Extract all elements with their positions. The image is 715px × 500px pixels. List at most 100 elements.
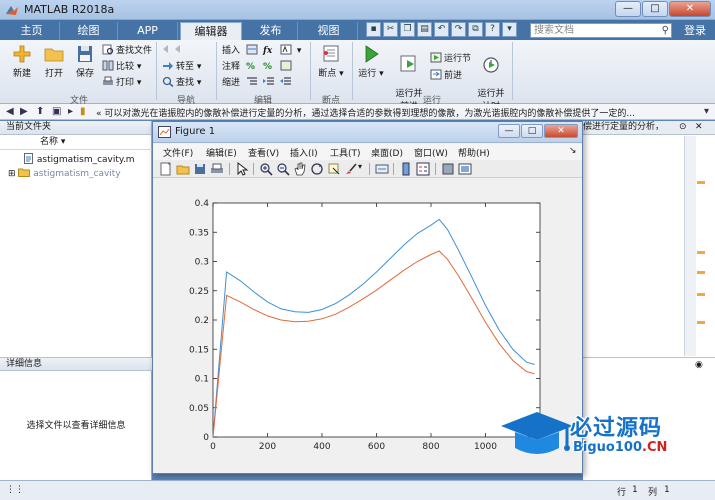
find-files-button[interactable]: 查找文件	[102, 44, 152, 58]
cut-icon[interactable]: ✂	[383, 22, 398, 37]
goto-button[interactable]: 转至 ▾	[162, 60, 201, 74]
forward-arrow-icon[interactable]: ▶	[20, 106, 28, 117]
figure-minimize-button[interactable]: —	[498, 124, 520, 138]
close-button[interactable]: ✕	[669, 1, 711, 17]
comment-percent-button[interactable]: %	[246, 60, 255, 74]
edit-plot-arrow-icon[interactable]	[235, 162, 249, 176]
search-icon[interactable]: ⚲	[662, 24, 669, 37]
run-dropdown-icon[interactable]: ▾	[379, 69, 384, 79]
axes-box[interactable]	[212, 202, 541, 438]
save-icon[interactable]: ▪	[366, 22, 381, 37]
open-file-icon[interactable]	[176, 162, 190, 176]
figure-title-bar[interactable]: Figure 1 — □ ✕	[153, 122, 582, 143]
code-marker[interactable]	[697, 181, 705, 184]
menu-tools[interactable]: 工具(T)	[330, 146, 361, 159]
goto-dropdown-icon[interactable]: ▾	[197, 62, 202, 72]
expand-icon[interactable]: ⊞	[8, 169, 16, 179]
folder-item[interactable]: ⊞ astigmatism_cavity	[8, 167, 121, 179]
editor-scrollbar[interactable]	[684, 136, 696, 356]
help-icon[interactable]: ?	[485, 22, 500, 37]
new-figure-icon[interactable]	[159, 162, 173, 176]
compare-dropdown-icon[interactable]: ▾	[137, 62, 142, 72]
show-plot-tools-icon[interactable]	[458, 162, 472, 176]
insert-section-button[interactable]	[246, 44, 260, 58]
browse-folder-icon[interactable]: ▣	[52, 106, 61, 117]
figure-maximize-button[interactable]: □	[521, 124, 543, 138]
copy-icon[interactable]: ❐	[400, 22, 415, 37]
switch-windows-icon[interactable]: ⧉	[468, 22, 483, 37]
back-arrow-icon[interactable]: ◀	[6, 106, 14, 117]
hide-plot-tools-icon[interactable]	[441, 162, 455, 176]
tab-plots[interactable]: 绘图	[60, 22, 118, 40]
menu-help[interactable]: 帮助(H)	[458, 146, 490, 159]
colorbar-icon[interactable]	[399, 162, 413, 176]
insert-dropdown-icon[interactable]: ▾	[297, 46, 302, 56]
comment-button[interactable]: 注释	[222, 60, 240, 74]
editor-close-icon[interactable]: ✕	[695, 121, 703, 134]
wrap-comments-button[interactable]	[280, 60, 294, 74]
print-figure-icon[interactable]	[210, 162, 224, 176]
undo-icon[interactable]: ↶	[434, 22, 449, 37]
data-cursor-icon[interactable]	[327, 162, 341, 176]
uncomment-button[interactable]: %	[263, 60, 272, 74]
menu-view[interactable]: 查看(V)	[248, 146, 279, 159]
menu-insert[interactable]: 插入(I)	[290, 146, 318, 159]
print-dropdown-icon[interactable]: ▾	[137, 78, 142, 88]
zoom-in-icon[interactable]	[259, 162, 273, 176]
minimize-button[interactable]: —	[615, 1, 641, 17]
menu-desktop[interactable]: 桌面(D)	[371, 146, 403, 159]
tab-view[interactable]: 视图	[300, 22, 358, 40]
code-marker[interactable]	[697, 293, 705, 296]
link-plot-icon[interactable]	[375, 162, 389, 176]
code-marker[interactable]	[697, 251, 705, 254]
code-marker[interactable]	[697, 321, 705, 324]
menu-file[interactable]: 文件(F)	[163, 146, 193, 159]
search-input[interactable]: 搜索文档 ⚲	[530, 23, 672, 38]
run-section-button[interactable]: 运行节	[430, 52, 471, 66]
run-button[interactable]: 运行 ▾	[356, 44, 386, 79]
rotate-3d-icon[interactable]	[310, 162, 324, 176]
advance-button[interactable]: 前进	[430, 69, 462, 83]
indent-button[interactable]: 缩进	[222, 76, 240, 90]
increase-indent-button[interactable]	[263, 76, 277, 90]
insert-button[interactable]: 插入	[222, 44, 240, 58]
compare-button[interactable]: 比较 ▾	[102, 60, 141, 74]
tab-editor[interactable]: 编辑器	[180, 22, 242, 40]
redo-icon[interactable]: ↷	[451, 22, 466, 37]
find-button[interactable]: 查找 ▾	[162, 76, 201, 90]
breakpoints-button[interactable]: 断点 ▾	[314, 44, 348, 79]
nav-back-forward[interactable]	[162, 44, 188, 58]
file-item[interactable]: astigmatism_cavity.m	[24, 153, 135, 165]
menu-dock-icon[interactable]: ↘	[569, 146, 577, 156]
dropdown-icon[interactable]: ▾	[502, 22, 517, 37]
paste-icon[interactable]: ▤	[417, 22, 432, 37]
smart-indent-button[interactable]	[246, 76, 260, 90]
breakpoints-dropdown-icon[interactable]: ▾	[339, 69, 344, 79]
code-marker[interactable]	[697, 271, 705, 274]
legend-icon[interactable]	[416, 162, 430, 176]
insert-field-button[interactable]: ▾	[280, 44, 301, 58]
save-figure-icon[interactable]	[193, 162, 207, 176]
zoom-out-icon[interactable]	[276, 162, 290, 176]
save-button[interactable]: 保存	[70, 44, 100, 79]
new-button[interactable]: 新建	[6, 44, 38, 79]
open-button[interactable]: 打开	[38, 44, 70, 79]
decrease-indent-button[interactable]	[280, 76, 294, 90]
brush-icon[interactable]	[344, 162, 358, 176]
menu-window[interactable]: 窗口(W)	[414, 146, 448, 159]
tab-apps[interactable]: APP	[118, 22, 178, 40]
maximize-button[interactable]: □	[642, 1, 668, 17]
path-dropdown-icon[interactable]: ▾	[704, 106, 709, 117]
editor-collapse-icon[interactable]: ⊙	[679, 121, 687, 134]
tab-publish[interactable]: 发布	[244, 22, 298, 40]
insert-function-button[interactable]: fx	[263, 44, 272, 58]
pan-hand-icon[interactable]	[293, 162, 307, 176]
figure-close-button[interactable]: ✕	[544, 124, 578, 138]
login-button[interactable]: 登录	[678, 22, 712, 39]
menu-edit[interactable]: 编辑(E)	[206, 146, 237, 159]
tab-home[interactable]: 主页	[4, 22, 60, 40]
name-column-header[interactable]: 名称 ▾	[0, 136, 152, 150]
up-folder-icon[interactable]: ⬆	[36, 106, 44, 117]
find-dropdown-icon[interactable]: ▾	[197, 78, 202, 88]
command-window-dropdown-icon[interactable]: ◉	[695, 360, 703, 370]
